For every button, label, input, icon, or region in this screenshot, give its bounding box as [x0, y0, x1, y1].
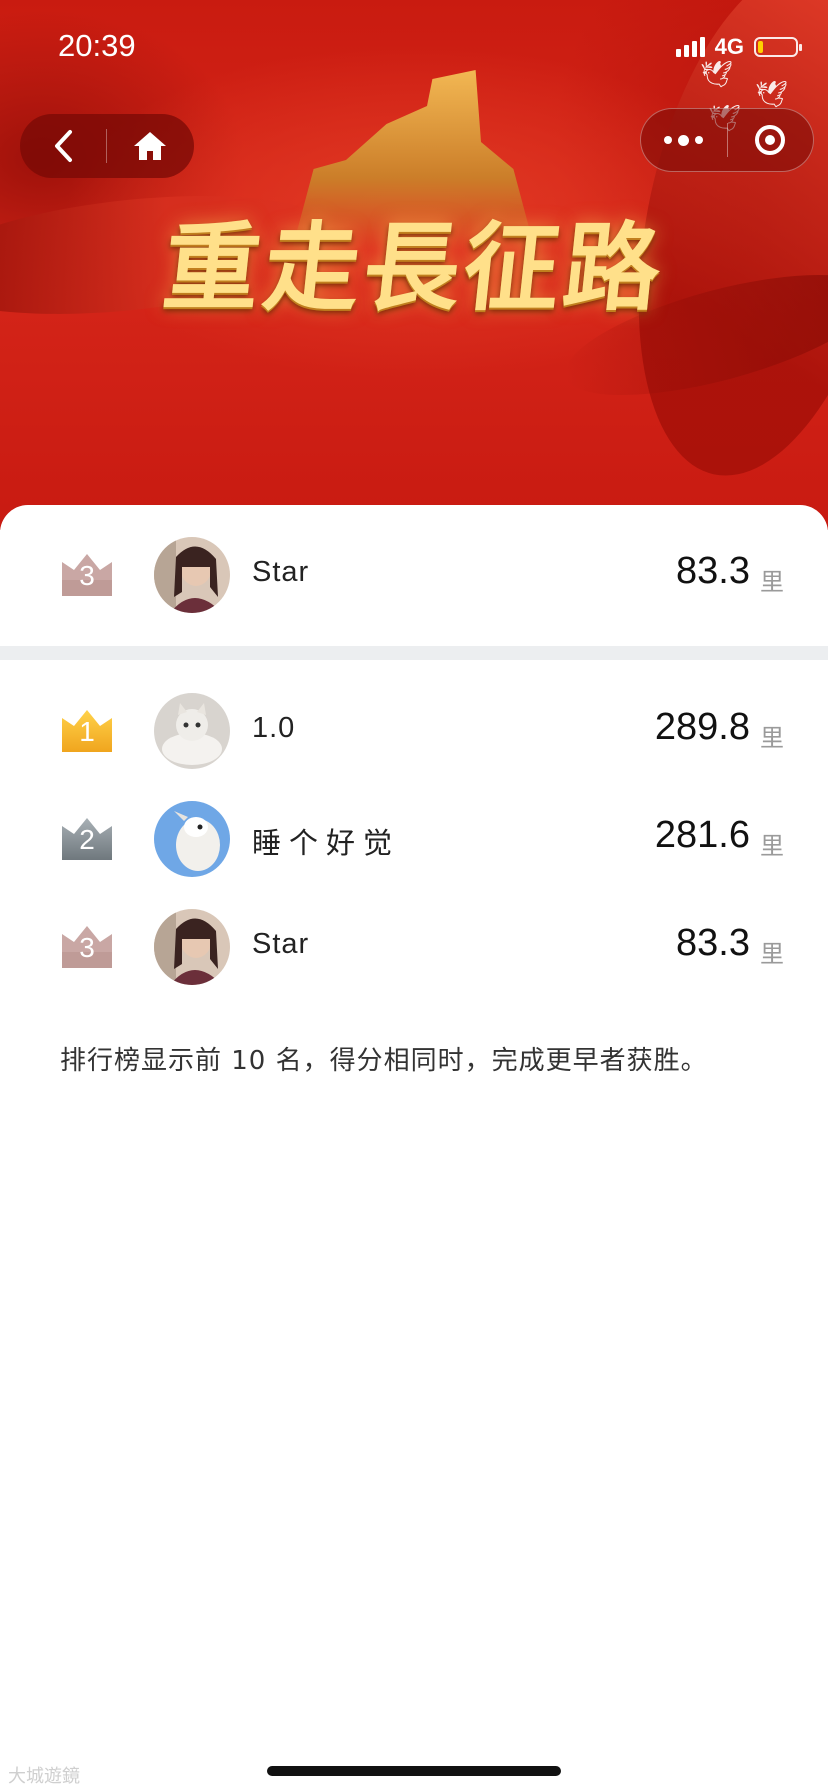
nav-capsule [20, 114, 194, 178]
network-label: 4G [714, 34, 744, 59]
status-icons: 4G [675, 34, 802, 60]
leaderboard-row: 1 1.0 289.8 里 [0, 686, 828, 776]
signal-icon [675, 37, 705, 57]
miniprogram-capsule [640, 108, 814, 172]
score-unit: 里 [760, 832, 784, 860]
avatar [154, 909, 230, 985]
banner-title: 重走長征路 [158, 211, 671, 324]
target-icon [755, 125, 786, 155]
score-value: 83.3 [676, 922, 750, 964]
dove-icon: 🕊 [700, 60, 734, 90]
chevron-left-icon [55, 130, 72, 162]
gold-crown-icon: 1 [60, 708, 114, 754]
score-unit: 里 [760, 724, 784, 752]
leaderboard-row: 2 睡个好觉 281.6 里 [0, 794, 828, 884]
score-value: 289.8 [654, 706, 750, 748]
banner-image: 🕊 🕊 🕊 重走長征路 [0, 0, 828, 530]
home-button[interactable] [107, 114, 193, 178]
back-button[interactable] [20, 114, 106, 178]
leaderboard-rule-note: 排行榜显示前 10 名，得分相同时，完成更早者获胜。 [60, 1046, 708, 1076]
home-icon [134, 132, 166, 160]
avatar [154, 537, 230, 613]
more-button[interactable] [641, 109, 727, 171]
user-name: Star [252, 556, 310, 588]
score-value: 281.6 [654, 814, 750, 856]
score-value: 83.3 [676, 550, 750, 592]
battery-icon [754, 37, 802, 57]
dove-icon: 🕊 [755, 80, 789, 110]
section-divider [0, 646, 828, 660]
silver-crown-icon: 2 [60, 816, 114, 862]
avatar [154, 801, 230, 877]
more-dots-icon [664, 134, 704, 146]
battery-level [758, 41, 763, 53]
bronze-crown-icon: 3 [60, 552, 114, 598]
bronze-crown-icon: 3 [60, 924, 114, 970]
my-rank-row: 3 Star 83.3 里 [0, 530, 828, 620]
leaderboard-row: 3 Star 83.3 里 [0, 902, 828, 992]
score-unit: 里 [760, 568, 784, 596]
watermark: 大城遊鏡 [8, 1766, 80, 1787]
avatar [154, 693, 230, 769]
user-name: 睡个好觉 [252, 826, 401, 860]
home-indicator[interactable] [267, 1766, 561, 1776]
user-name: 1.0 [252, 712, 296, 744]
status-time: 20:39 [58, 28, 136, 63]
user-name: Star [252, 928, 310, 960]
close-miniprogram-button[interactable] [728, 109, 814, 171]
score-unit: 里 [760, 940, 784, 968]
